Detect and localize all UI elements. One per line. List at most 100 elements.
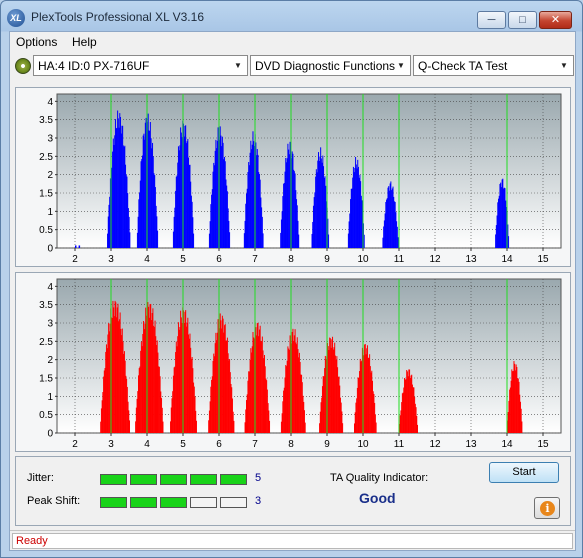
- x-tick-label: 8: [288, 254, 294, 265]
- peak-shift-segment: [190, 497, 217, 508]
- y-tick-label: 3.5: [39, 115, 53, 126]
- x-tick-label: 13: [465, 254, 477, 265]
- x-tick-label: 10: [357, 439, 369, 450]
- x-tick-label: 6: [216, 439, 222, 450]
- x-tick-label: 15: [537, 254, 549, 265]
- close-button[interactable]: ✕: [539, 11, 572, 29]
- bar: [508, 236, 510, 248]
- x-tick-label: 4: [144, 439, 150, 450]
- peak-shift-meter: [100, 497, 247, 508]
- x-tick-label: 7: [252, 254, 258, 265]
- jitter-chart: 0 0.5 1 1.5 2 2.5 3 3.5 4 2 3 4 5 6 7 8 9 10 11 12 13 14 15: [39, 93, 562, 265]
- y-tick-label: 0.5: [39, 410, 53, 421]
- info-icon: i: [540, 501, 555, 516]
- peak-shift-chart-panel: 0 0.5 1 1.5 2 2.5 3 3.5 4 2 3 4 5 6 7 8 9 10 11 12 13 14 15: [15, 272, 571, 452]
- peak-shift-chart: 0 0.5 1 1.5 2 2.5 3 3.5 4 2 3 4 5 6 7 8 9 10 11 12 13 14 15: [39, 278, 562, 450]
- info-button[interactable]: i: [534, 497, 560, 519]
- chevron-down-icon[interactable]: ▼: [231, 58, 245, 73]
- jitter-value: 5: [255, 472, 262, 484]
- x-tick-label: 5: [180, 254, 186, 265]
- bar: [521, 421, 523, 433]
- y-tick-label: 0: [47, 244, 53, 255]
- drive-select[interactable]: HA:4 ID:0 PX-716UF ▼: [33, 55, 248, 76]
- x-tick-label: 12: [429, 439, 441, 450]
- y-tick-label: 0: [47, 429, 53, 440]
- x-tick-label: 6: [216, 254, 222, 265]
- bar: [193, 233, 195, 248]
- bar: [195, 420, 197, 433]
- x-tick-label: 3: [108, 254, 114, 265]
- x-tick-label: 9: [324, 439, 330, 450]
- y-tick-label: 1: [47, 207, 53, 218]
- bar: [298, 234, 300, 248]
- bar: [78, 245, 81, 248]
- status-bar: Ready: [10, 530, 575, 550]
- bar: [328, 234, 330, 248]
- menu-options[interactable]: Options: [16, 35, 57, 49]
- bar: [262, 233, 264, 248]
- bar: [397, 237, 399, 248]
- x-tick-label: 5: [180, 439, 186, 450]
- x-tick-label: 2: [72, 439, 78, 450]
- maximize-button[interactable]: □: [508, 11, 537, 29]
- peak-shift-segment: [130, 497, 157, 508]
- x-tick-label: 15: [537, 439, 549, 450]
- menu-bar: Options Help: [10, 32, 575, 52]
- chevron-down-icon[interactable]: ▼: [557, 58, 571, 73]
- jitter-segment: [130, 474, 157, 485]
- y-tick-label: 4: [47, 97, 53, 108]
- jitter-label: Jitter:: [27, 472, 54, 484]
- bar: [157, 230, 159, 248]
- jitter-meter: [100, 474, 247, 485]
- y-tick-label: 2: [47, 170, 53, 181]
- ta-quality-label: TA Quality Indicator:: [330, 472, 429, 484]
- bar: [363, 234, 365, 248]
- bar: [129, 420, 130, 433]
- menu-help[interactable]: Help: [72, 35, 97, 49]
- jitter-segment: [100, 474, 127, 485]
- x-tick-label: 8: [288, 439, 294, 450]
- y-tick-label: 1.5: [39, 189, 53, 200]
- bar: [375, 422, 377, 433]
- peak-shift-label: Peak Shift:: [27, 495, 81, 507]
- drive-select-value: HA:4 ID:0 PX-716UF: [38, 59, 150, 73]
- jitter-segment: [160, 474, 187, 485]
- x-tick-label: 7: [252, 439, 258, 450]
- minimize-button[interactable]: ─: [477, 11, 506, 29]
- chevron-down-icon[interactable]: ▼: [394, 58, 408, 73]
- test-select[interactable]: Q-Check TA Test ▼: [413, 55, 574, 76]
- bar: [304, 422, 306, 433]
- function-select[interactable]: DVD Diagnostic Functions ▼: [250, 55, 411, 76]
- test-select-value: Q-Check TA Test: [418, 59, 508, 73]
- peak-shift-value: 3: [255, 495, 262, 507]
- x-tick-label: 13: [465, 439, 477, 450]
- start-button[interactable]: Start: [489, 462, 559, 483]
- bar: [162, 421, 164, 433]
- jitter-segment: [220, 474, 247, 485]
- ta-quality-value: Good: [359, 490, 396, 506]
- jitter-segment: [190, 474, 217, 485]
- app-window: XL PlexTools Professional XL V3.16 ─ □ ✕…: [0, 0, 583, 558]
- window-title: PlexTools Professional XL V3.16: [31, 10, 204, 24]
- peak-shift-segment: [220, 497, 247, 508]
- bar: [417, 424, 418, 433]
- x-tick-label: 4: [144, 254, 150, 265]
- peak-shift-segment: [160, 497, 187, 508]
- y-tick-label: 0.5: [39, 225, 53, 236]
- x-tick-label: 3: [108, 439, 114, 450]
- function-select-value: DVD Diagnostic Functions: [255, 59, 396, 73]
- x-tick-label: 14: [501, 439, 513, 450]
- x-tick-label: 2: [72, 254, 78, 265]
- x-tick-label: 14: [501, 254, 513, 265]
- y-tick-label: 2: [47, 355, 53, 366]
- toolbar: HA:4 ID:0 PX-716UF ▼ DVD Diagnostic Func…: [10, 54, 575, 80]
- bar: [233, 420, 235, 433]
- x-tick-label: 11: [394, 439, 405, 450]
- y-tick-label: 2.5: [39, 152, 53, 163]
- bar: [129, 232, 131, 248]
- y-tick-label: 3: [47, 134, 53, 145]
- title-bar[interactable]: XL PlexTools Professional XL V3.16 ─ □ ✕: [1, 1, 582, 31]
- bar: [229, 232, 231, 248]
- bar: [342, 423, 344, 433]
- y-tick-label: 2.5: [39, 337, 53, 348]
